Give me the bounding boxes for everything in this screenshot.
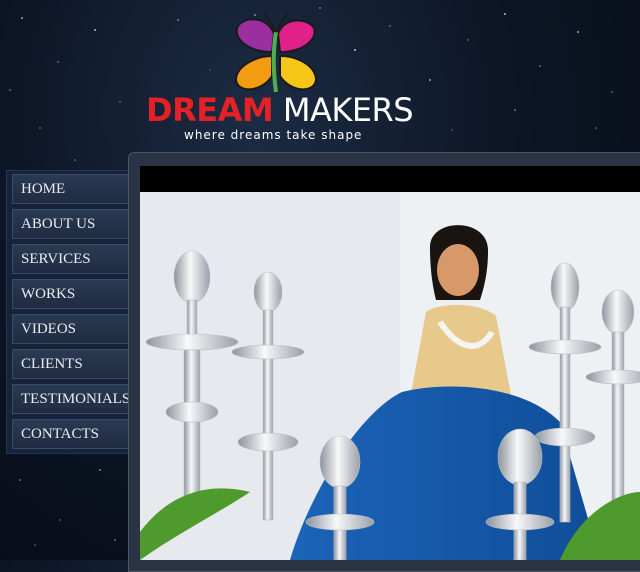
nav-item-contacts[interactable]: CONTACTS <box>12 419 132 449</box>
hero-photo <box>140 192 640 560</box>
nav-item-clients[interactable]: CLIENTS <box>12 349 132 379</box>
content-top-bar <box>140 166 640 192</box>
brand-dream-text: DREAM <box>146 91 274 129</box>
main-navigation: HOME ABOUT US SERVICES WORKS VIDEOS CLIE… <box>6 170 140 454</box>
brand-tagline: where dreams take shape <box>184 128 363 142</box>
nav-item-home[interactable]: HOME <box>12 174 132 204</box>
nav-item-videos[interactable]: VIDEOS <box>12 314 132 344</box>
nav-item-about-us[interactable]: ABOUT US <box>12 209 132 239</box>
butterfly-icon <box>234 13 318 93</box>
site-logo[interactable]: DREAM MAKERS where dreams take shape <box>138 8 418 148</box>
nav-item-works[interactable]: WORKS <box>12 279 132 309</box>
nav-item-services[interactable]: SERVICES <box>12 244 132 274</box>
brand-makers-text: MAKERS <box>282 91 414 129</box>
hero-photo-illustration <box>140 192 640 560</box>
brand-wordmark: DREAM MAKERS <box>146 91 414 129</box>
nav-item-testimonials[interactable]: TESTIMONIALS <box>12 384 132 414</box>
